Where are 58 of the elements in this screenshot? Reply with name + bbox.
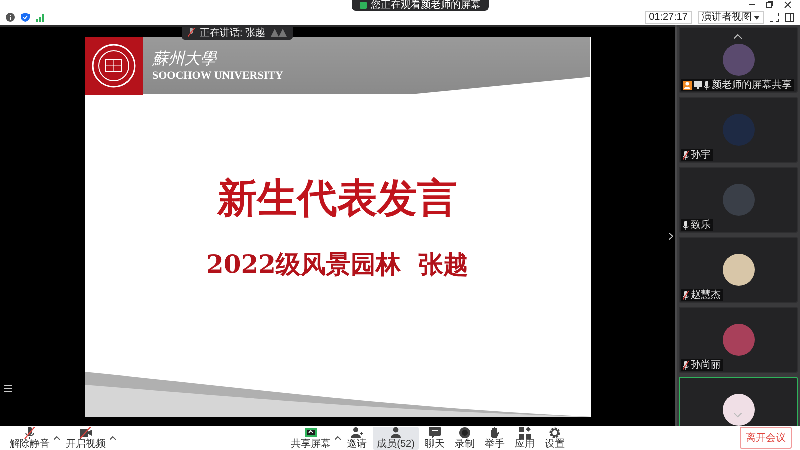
host-icon [683, 80, 692, 90]
shield-icon[interactable] [21, 13, 30, 22]
participant-tile[interactable]: 致乐 [679, 167, 798, 233]
mic-muted-icon [188, 28, 195, 37]
hand-button[interactable]: 举手 [480, 426, 509, 450]
meeting-timer: 01:27:17 [645, 11, 692, 24]
fullscreen-icon[interactable] [770, 13, 779, 22]
participant-name: 孙宇 [691, 148, 711, 162]
participant-tile[interactable]: 赵慧杰 [679, 237, 798, 303]
hand-icon [488, 426, 501, 438]
record-button[interactable]: 录制 [450, 426, 479, 450]
share-button[interactable]: 共享屏幕 [287, 426, 336, 450]
list-icon[interactable] [4, 385, 12, 393]
participant-name: 赵慧杰 [691, 288, 721, 302]
mic-button[interactable]: 解除静音 [6, 426, 54, 450]
mic-icon [683, 220, 689, 230]
info-icon[interactable] [6, 13, 15, 22]
university-logo-text: 蘇州大學 [152, 49, 216, 70]
layout-icon[interactable] [785, 13, 794, 22]
participant-tile[interactable]: 孙宇 [679, 97, 798, 163]
slide-subtitle: 2022级风景园林 张越 [206, 248, 468, 280]
university-name: SOOCHOW UNIVERSITY [152, 70, 284, 82]
mic-muted-icon [683, 360, 689, 370]
mic-muted-icon [683, 290, 689, 300]
mic-icon [704, 80, 710, 90]
participant-name: 孙尚丽 [691, 358, 721, 372]
caret-icon [754, 16, 760, 20]
university-seal-icon [90, 42, 136, 88]
camera-off-icon [80, 426, 92, 438]
participant-tile[interactable]: 颜老师的屏幕共享 [679, 27, 798, 93]
caret-icon[interactable] [335, 436, 342, 440]
apps-button[interactable]: 应用 [510, 426, 539, 450]
participant-tile[interactable] [679, 377, 798, 426]
speaking-text: 正在讲话: 张越 [200, 26, 266, 40]
mic-muted-icon [24, 426, 36, 438]
restore-icon[interactable] [766, 1, 774, 9]
slide-title: 新生代表发言 [218, 174, 458, 224]
leave-meeting-button[interactable]: 离开会议 [740, 427, 792, 449]
view-mode-dropdown[interactable]: 演讲者视图 [698, 11, 764, 24]
people-icon [390, 426, 402, 438]
caret-icon[interactable] [110, 436, 116, 440]
participant-tile[interactable]: 孙尚丽 [679, 307, 798, 373]
participant-name: 颜老师的屏幕共享 [712, 78, 792, 92]
apps-icon [518, 426, 531, 438]
chat-button[interactable]: 聊天 [420, 426, 449, 450]
caret-icon[interactable] [54, 436, 60, 440]
members-button[interactable]: 成员(52) [373, 426, 419, 450]
close-icon[interactable] [784, 1, 792, 9]
scroll-up-icon[interactable] [734, 34, 742, 39]
add-person-icon [351, 426, 364, 438]
invite-button[interactable]: 邀请 [343, 426, 372, 450]
participant-name: 致乐 [691, 218, 711, 232]
signal-icon[interactable] [36, 13, 45, 22]
video-button[interactable]: 开启视频 [62, 426, 110, 450]
settings-icon [548, 426, 561, 438]
screen-icon [694, 81, 702, 89]
settings-button[interactable]: 设置 [540, 426, 569, 450]
mic-muted-icon [683, 150, 689, 160]
